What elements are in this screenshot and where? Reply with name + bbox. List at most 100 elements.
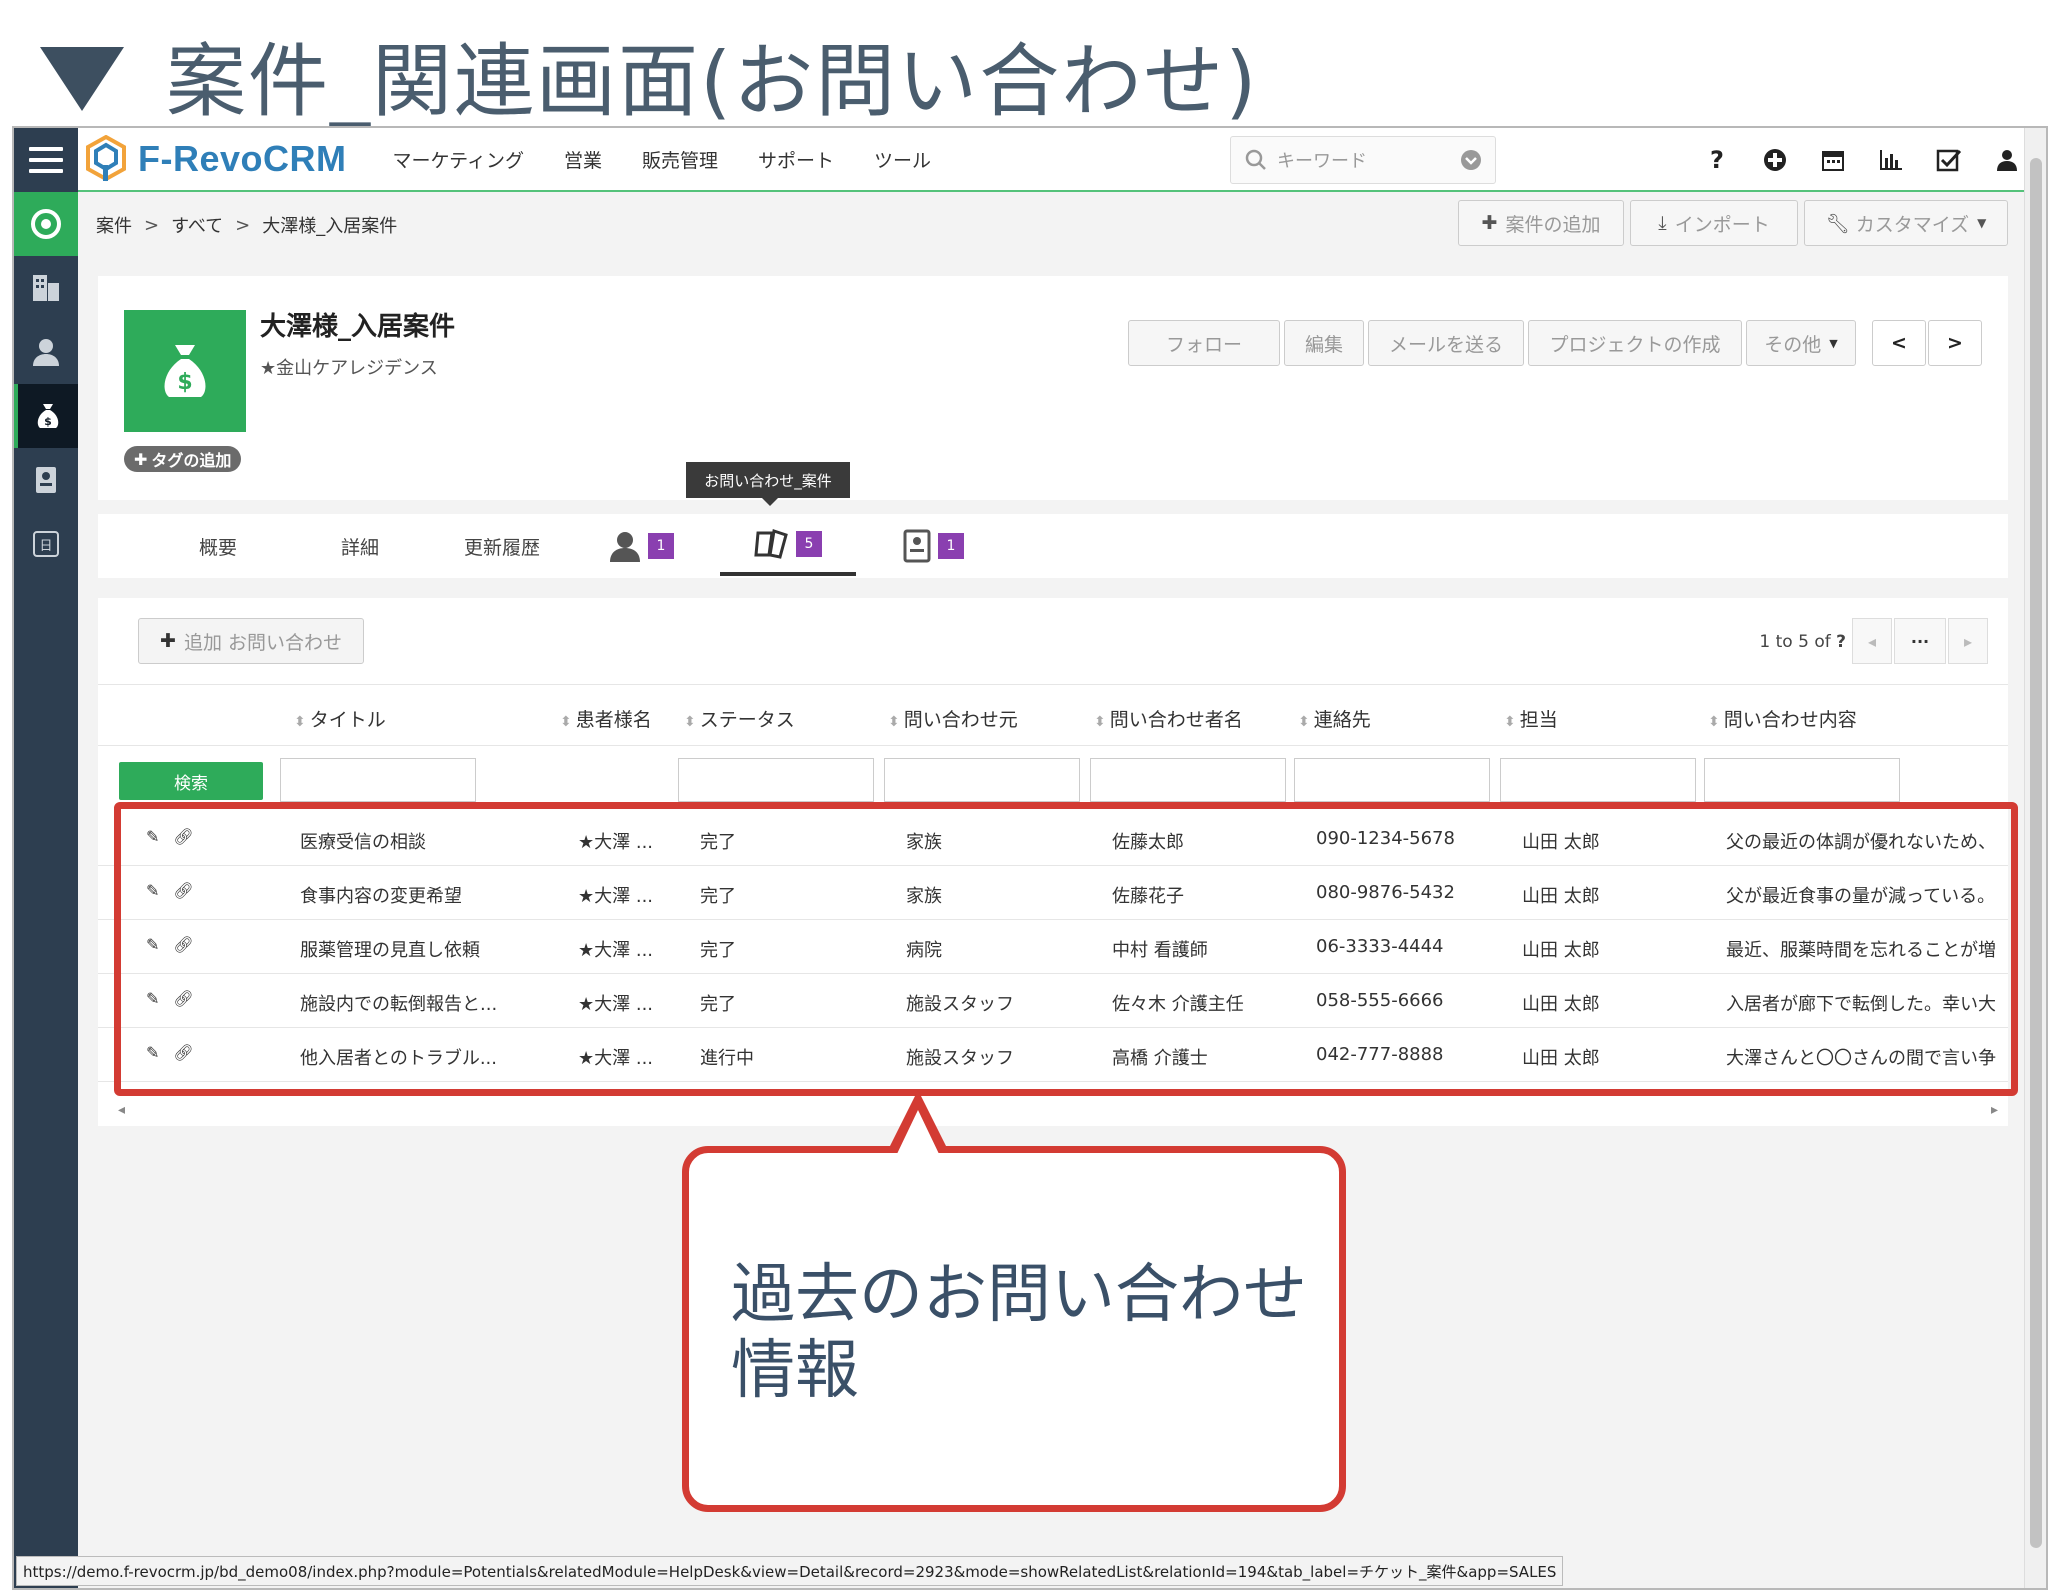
cell-title[interactable]: 他入居者とのトラブル... bbox=[300, 1044, 500, 1070]
cell-title[interactable]: 食事内容の変更希望 bbox=[300, 882, 500, 908]
col-inquirer[interactable]: ⬍ 問い合わせ者名 bbox=[1094, 705, 1243, 732]
cell-patient[interactable]: ★大澤 ... bbox=[578, 882, 658, 908]
related-account-link[interactable]: ★金山ケアレジデンス bbox=[260, 354, 438, 380]
tab-summary[interactable]: 概要 bbox=[168, 516, 268, 576]
nav-tools[interactable]: ツール bbox=[874, 146, 931, 173]
nav-sales[interactable]: 営業 bbox=[564, 146, 602, 173]
menu-button[interactable] bbox=[14, 128, 78, 192]
pencil-icon[interactable]: ✎ bbox=[146, 881, 159, 900]
filter-contact-input[interactable] bbox=[1294, 758, 1490, 802]
scroll-right-icon[interactable]: ▸ bbox=[1991, 1102, 1998, 1118]
filter-inquirer-input[interactable] bbox=[1090, 758, 1286, 802]
nav-support[interactable]: サポート bbox=[758, 146, 834, 173]
col-patient[interactable]: ⬍ 患者様名 bbox=[560, 705, 652, 732]
row-actions: ✎ 🔗︎ bbox=[146, 881, 194, 900]
add-ticket-button[interactable]: ✚ 追加 お問い合わせ bbox=[138, 618, 364, 664]
more-actions-button[interactable]: その他 ▼ bbox=[1746, 320, 1856, 366]
calendar-icon[interactable] bbox=[1804, 148, 1862, 172]
tasks-icon[interactable] bbox=[1920, 148, 1978, 172]
pencil-icon[interactable]: ✎ bbox=[146, 827, 159, 846]
create-project-button[interactable]: プロジェクトの作成 bbox=[1528, 320, 1742, 366]
sort-icon: ⬍ bbox=[1298, 714, 1310, 730]
quick-create-icon[interactable] bbox=[1746, 148, 1804, 172]
person-icon bbox=[610, 532, 640, 562]
table-row[interactable]: ✎ 🔗︎ 施設内での転倒報告と... ★大澤 ... 完了 施設スタッフ 佐々木 … bbox=[98, 974, 2008, 1028]
table-row[interactable]: ✎ 🔗︎ 服薬管理の見直し依頼 ★大澤 ... 完了 病院 中村 看護師 06-3… bbox=[98, 920, 2008, 974]
sidebar-item-documents[interactable] bbox=[14, 448, 78, 512]
nav-inventory[interactable]: 販売管理 bbox=[642, 146, 718, 173]
col-assignee[interactable]: ⬍ 担当 bbox=[1504, 705, 1558, 732]
edit-button[interactable]: 編集 bbox=[1284, 320, 1364, 366]
slide-heading: 案件_関連画面(お問い合わせ) bbox=[40, 20, 1258, 130]
col-contact[interactable]: ⬍ 連絡先 bbox=[1298, 705, 1371, 732]
plus-icon: ✚ bbox=[160, 630, 176, 652]
next-page-button[interactable]: ▸ bbox=[1948, 618, 1988, 664]
scroll-left-icon[interactable]: ◂ bbox=[118, 1102, 125, 1118]
cell-patient[interactable]: ★大澤 ... bbox=[578, 828, 658, 854]
filter-source-input[interactable] bbox=[884, 758, 1080, 802]
logo-icon bbox=[86, 135, 126, 182]
pencil-icon[interactable]: ✎ bbox=[146, 1043, 159, 1062]
sidebar-item-contacts[interactable] bbox=[14, 320, 78, 384]
table-row[interactable]: ✎ 🔗︎ 食事内容の変更希望 ★大澤 ... 完了 家族 佐藤花子 080-987… bbox=[98, 866, 2008, 920]
add-potential-button[interactable]: ✚ 案件の追加 bbox=[1458, 200, 1624, 246]
scrollbar-thumb[interactable] bbox=[2030, 158, 2042, 1548]
tab-details[interactable]: 詳細 bbox=[310, 516, 410, 576]
cell-patient[interactable]: ★大澤 ... bbox=[578, 936, 658, 962]
col-content[interactable]: ⬍ 問い合わせ内容 bbox=[1708, 705, 1857, 732]
vertical-scrollbar[interactable] bbox=[2024, 128, 2046, 1588]
next-record-button[interactable]: > bbox=[1928, 320, 1982, 366]
reports-icon[interactable] bbox=[1862, 148, 1920, 172]
send-email-button[interactable]: メールを送る bbox=[1368, 320, 1524, 366]
add-tag-button[interactable]: ✚ タグの追加 bbox=[124, 446, 242, 472]
search-input[interactable]: キーワード bbox=[1277, 147, 1459, 173]
import-button[interactable]: ⤓ インポート bbox=[1630, 200, 1798, 246]
pencil-icon[interactable]: ✎ bbox=[146, 935, 159, 954]
unlink-icon[interactable]: 🔗︎ bbox=[173, 935, 193, 954]
prev-page-button[interactable]: ◂ bbox=[1852, 618, 1892, 664]
nav-marketing[interactable]: マーケティング bbox=[393, 146, 524, 173]
tab-updates[interactable]: 更新履歴 bbox=[442, 516, 562, 576]
tab-contacts[interactable]: 1 bbox=[596, 516, 686, 576]
filter-content-input[interactable] bbox=[1704, 758, 1900, 802]
customize-button[interactable]: 🔧︎ カスタマイズ ▼ bbox=[1804, 200, 2008, 246]
filter-search-button[interactable]: 検索 bbox=[119, 762, 263, 800]
cell-title[interactable]: 医療受信の相談 bbox=[300, 828, 500, 854]
unlink-icon[interactable]: 🔗︎ bbox=[173, 1043, 193, 1062]
sidebar-item-calendar[interactable]: 日 bbox=[14, 512, 78, 576]
table-row[interactable]: ✎ 🔗︎ 他入居者とのトラブル... ★大澤 ... 進行中 施設スタッフ 高橋 … bbox=[98, 1028, 2008, 1082]
sidebar-item-home[interactable] bbox=[14, 192, 78, 256]
page-jump-button[interactable]: ··· bbox=[1894, 618, 1946, 664]
sidebar-item-accounts[interactable] bbox=[14, 256, 78, 320]
brand-logo[interactable]: F-RevoCRM bbox=[84, 135, 347, 183]
horizontal-scrollbar[interactable]: ◂ ▸ bbox=[118, 1102, 1998, 1120]
tab-documents[interactable]: 1 bbox=[888, 516, 978, 576]
col-source[interactable]: ⬍ 問い合わせ元 bbox=[888, 705, 1018, 732]
unlink-icon[interactable]: 🔗︎ bbox=[173, 989, 193, 1008]
previous-record-button[interactable]: < bbox=[1872, 320, 1926, 366]
cell-title[interactable]: 服薬管理の見直し依頼 bbox=[300, 936, 500, 962]
breadcrumb-module[interactable]: 案件 bbox=[96, 212, 132, 238]
help-icon[interactable]: ? bbox=[1688, 146, 1746, 174]
cell-patient[interactable]: ★大澤 ... bbox=[578, 1044, 658, 1070]
filter-assignee-input[interactable] bbox=[1500, 758, 1696, 802]
cell-patient[interactable]: ★大澤 ... bbox=[578, 990, 658, 1016]
col-title[interactable]: ⬍ タイトル bbox=[294, 705, 386, 732]
follow-button[interactable]: フォロー bbox=[1128, 320, 1280, 366]
table-row[interactable]: ✎ 🔗︎ 医療受信の相談 ★大澤 ... 完了 家族 佐藤太郎 090-1234-… bbox=[98, 812, 2008, 866]
filter-status-input[interactable] bbox=[678, 758, 874, 802]
sidebar-item-potentials[interactable]: $ bbox=[14, 384, 78, 448]
filter-title-input[interactable] bbox=[280, 758, 476, 802]
tab-tickets[interactable]: 5 bbox=[720, 516, 856, 576]
unlink-icon[interactable]: 🔗︎ bbox=[173, 827, 193, 846]
unlink-icon[interactable]: 🔗︎ bbox=[173, 881, 193, 900]
chevron-down-circle-icon[interactable] bbox=[1459, 148, 1483, 172]
cell-title[interactable]: 施設内での転倒報告と... bbox=[300, 990, 500, 1016]
breadcrumb-filter[interactable]: すべて bbox=[171, 212, 223, 238]
global-search[interactable]: キーワード bbox=[1230, 136, 1496, 184]
person-icon bbox=[33, 339, 59, 366]
col-status[interactable]: ⬍ ステータス bbox=[684, 705, 795, 732]
pencil-icon[interactable]: ✎ bbox=[146, 989, 159, 1008]
caret-right-icon: ▸ bbox=[1963, 631, 1973, 651]
breadcrumb: 案件 > すべて > 大澤様_入居案件 bbox=[96, 212, 397, 238]
